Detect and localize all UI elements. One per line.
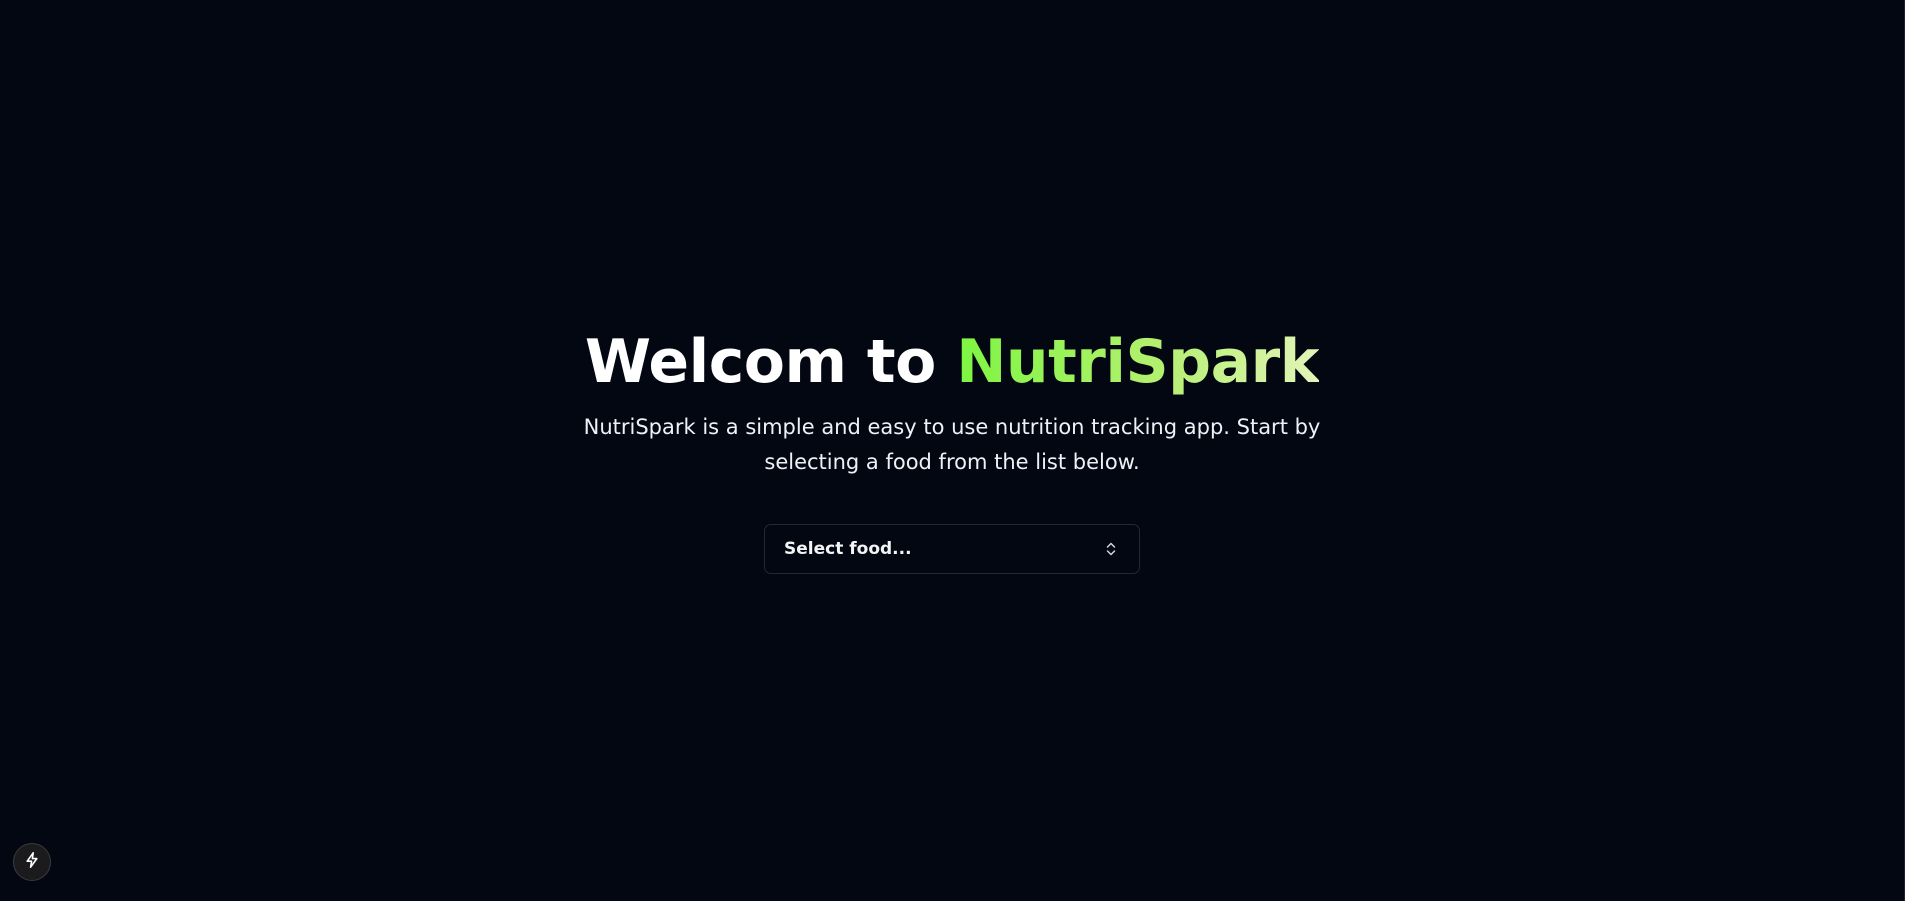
brand-name: NutriSpark (956, 327, 1320, 397)
chevrons-up-down-icon (1103, 541, 1119, 557)
page: Welcom to NutriSpark NutriSpark is a sim… (0, 0, 1905, 901)
page-subtitle: NutriSpark is a simple and easy to use n… (583, 415, 1321, 474)
food-select[interactable]: Select food... (764, 524, 1140, 574)
page-title: Welcom to NutriSpark (584, 320, 1320, 404)
lightning-bolt-icon (23, 851, 41, 873)
title-prefix: Welcom to (584, 327, 957, 397)
food-select-placeholder: Select food... (784, 539, 912, 559)
dev-tools-button[interactable] (13, 843, 51, 881)
hero-section: Welcom to NutriSpark NutriSpark is a sim… (0, 320, 1904, 574)
